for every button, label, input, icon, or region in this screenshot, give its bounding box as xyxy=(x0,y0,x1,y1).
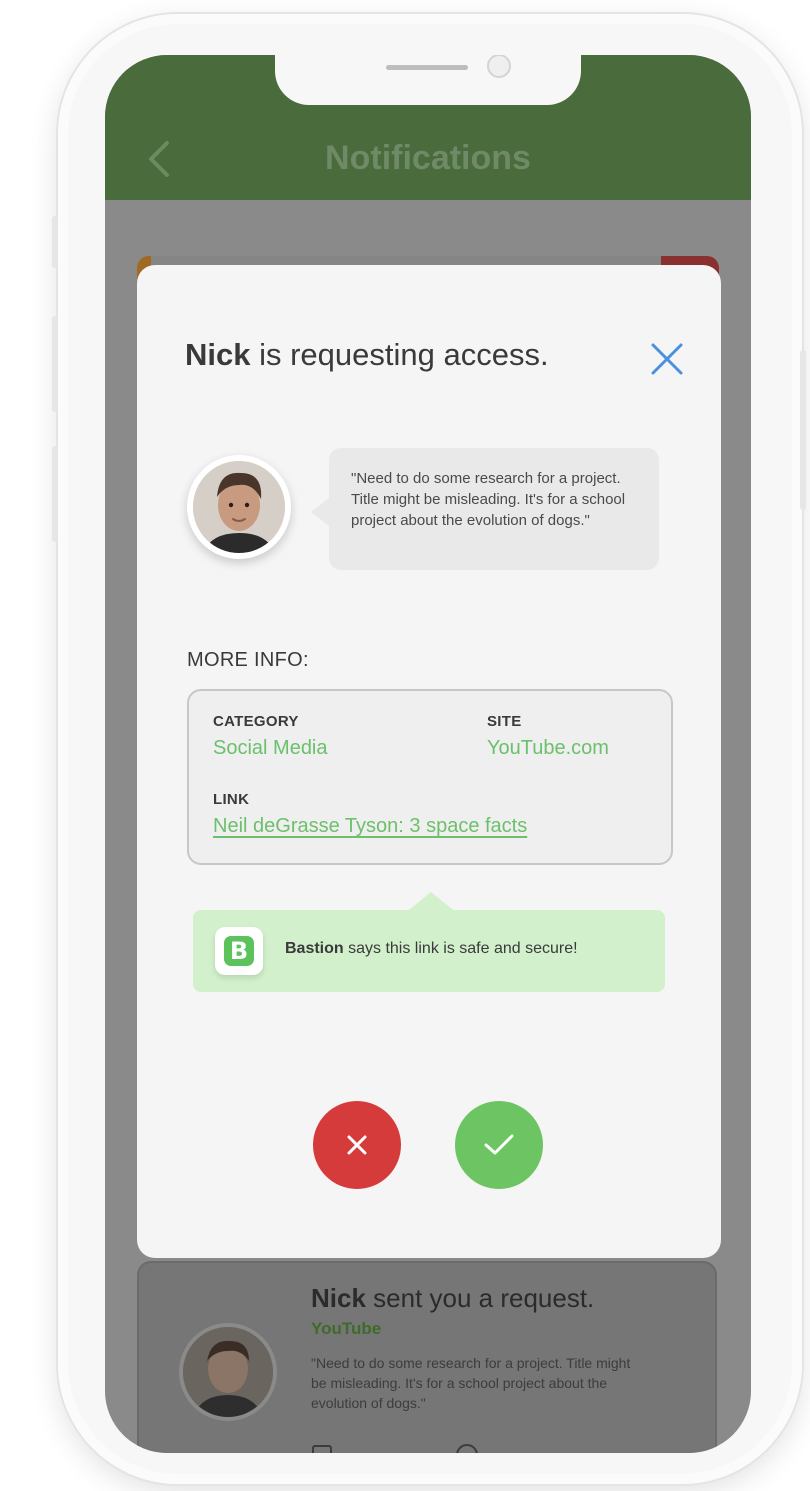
mute-switch xyxy=(52,216,58,268)
request-message-bubble: "Need to do some research for a project.… xyxy=(311,448,659,570)
bastion-message-text: says this link is safe and secure! xyxy=(343,940,578,957)
access-request-modal: Nick is requesting access. "Need to do s… xyxy=(137,265,721,1258)
volume-down-button xyxy=(52,446,58,542)
card-actions-row xyxy=(311,1443,511,1453)
request-site: YouTube xyxy=(311,1319,382,1338)
more-info-heading: MORE INFO: xyxy=(187,649,309,671)
speaker-grille xyxy=(386,65,468,70)
requester-name: Nick xyxy=(185,337,251,372)
request-title: Nick sent you a request. xyxy=(311,1283,594,1314)
person-avatar-icon xyxy=(193,461,285,553)
requester-name: Nick xyxy=(311,1283,366,1313)
power-button xyxy=(800,350,806,510)
avatar xyxy=(187,455,291,559)
bastion-brand: Bastion xyxy=(285,940,344,957)
volume-up-button xyxy=(52,316,58,412)
avatar xyxy=(179,1323,277,1421)
accept-button[interactable] xyxy=(455,1101,543,1189)
site-value: YouTube.com xyxy=(487,737,609,759)
close-button[interactable] xyxy=(647,339,687,379)
category-value: Social Media xyxy=(213,737,328,759)
phone-notch xyxy=(275,55,581,105)
link-label: LINK xyxy=(213,791,250,808)
screen: Notifications Nick sent you a request. Y… xyxy=(105,55,751,1453)
request-message: "Need to do some research for a project.… xyxy=(311,1355,631,1411)
decline-button[interactable] xyxy=(313,1101,401,1189)
calendar-icon xyxy=(312,1445,332,1453)
info-box: CATEGORY Social Media SITE YouTube.com L… xyxy=(187,689,673,865)
modal-title: Nick is requesting access. xyxy=(185,337,549,373)
checkmark-icon xyxy=(484,1134,514,1155)
bastion-message: Bastion says this link is safe and secur… xyxy=(285,940,578,958)
link-value[interactable]: Neil deGrasse Tyson: 3 space facts xyxy=(213,815,527,838)
close-icon xyxy=(651,343,683,375)
bastion-safety-banner: B Bastion says this link is safe and sec… xyxy=(193,892,665,992)
site-label: SITE xyxy=(487,713,522,730)
person-avatar-icon xyxy=(183,1327,273,1417)
bastion-logo-icon: B xyxy=(215,927,263,975)
modal-title-text: is requesting access. xyxy=(250,337,549,372)
category-label: CATEGORY xyxy=(213,713,299,730)
page-title: Notifications xyxy=(325,139,531,177)
front-camera xyxy=(487,55,511,78)
close-icon xyxy=(347,1135,367,1155)
request-title-text: sent you a request. xyxy=(365,1283,595,1313)
clock-icon xyxy=(456,1444,478,1453)
